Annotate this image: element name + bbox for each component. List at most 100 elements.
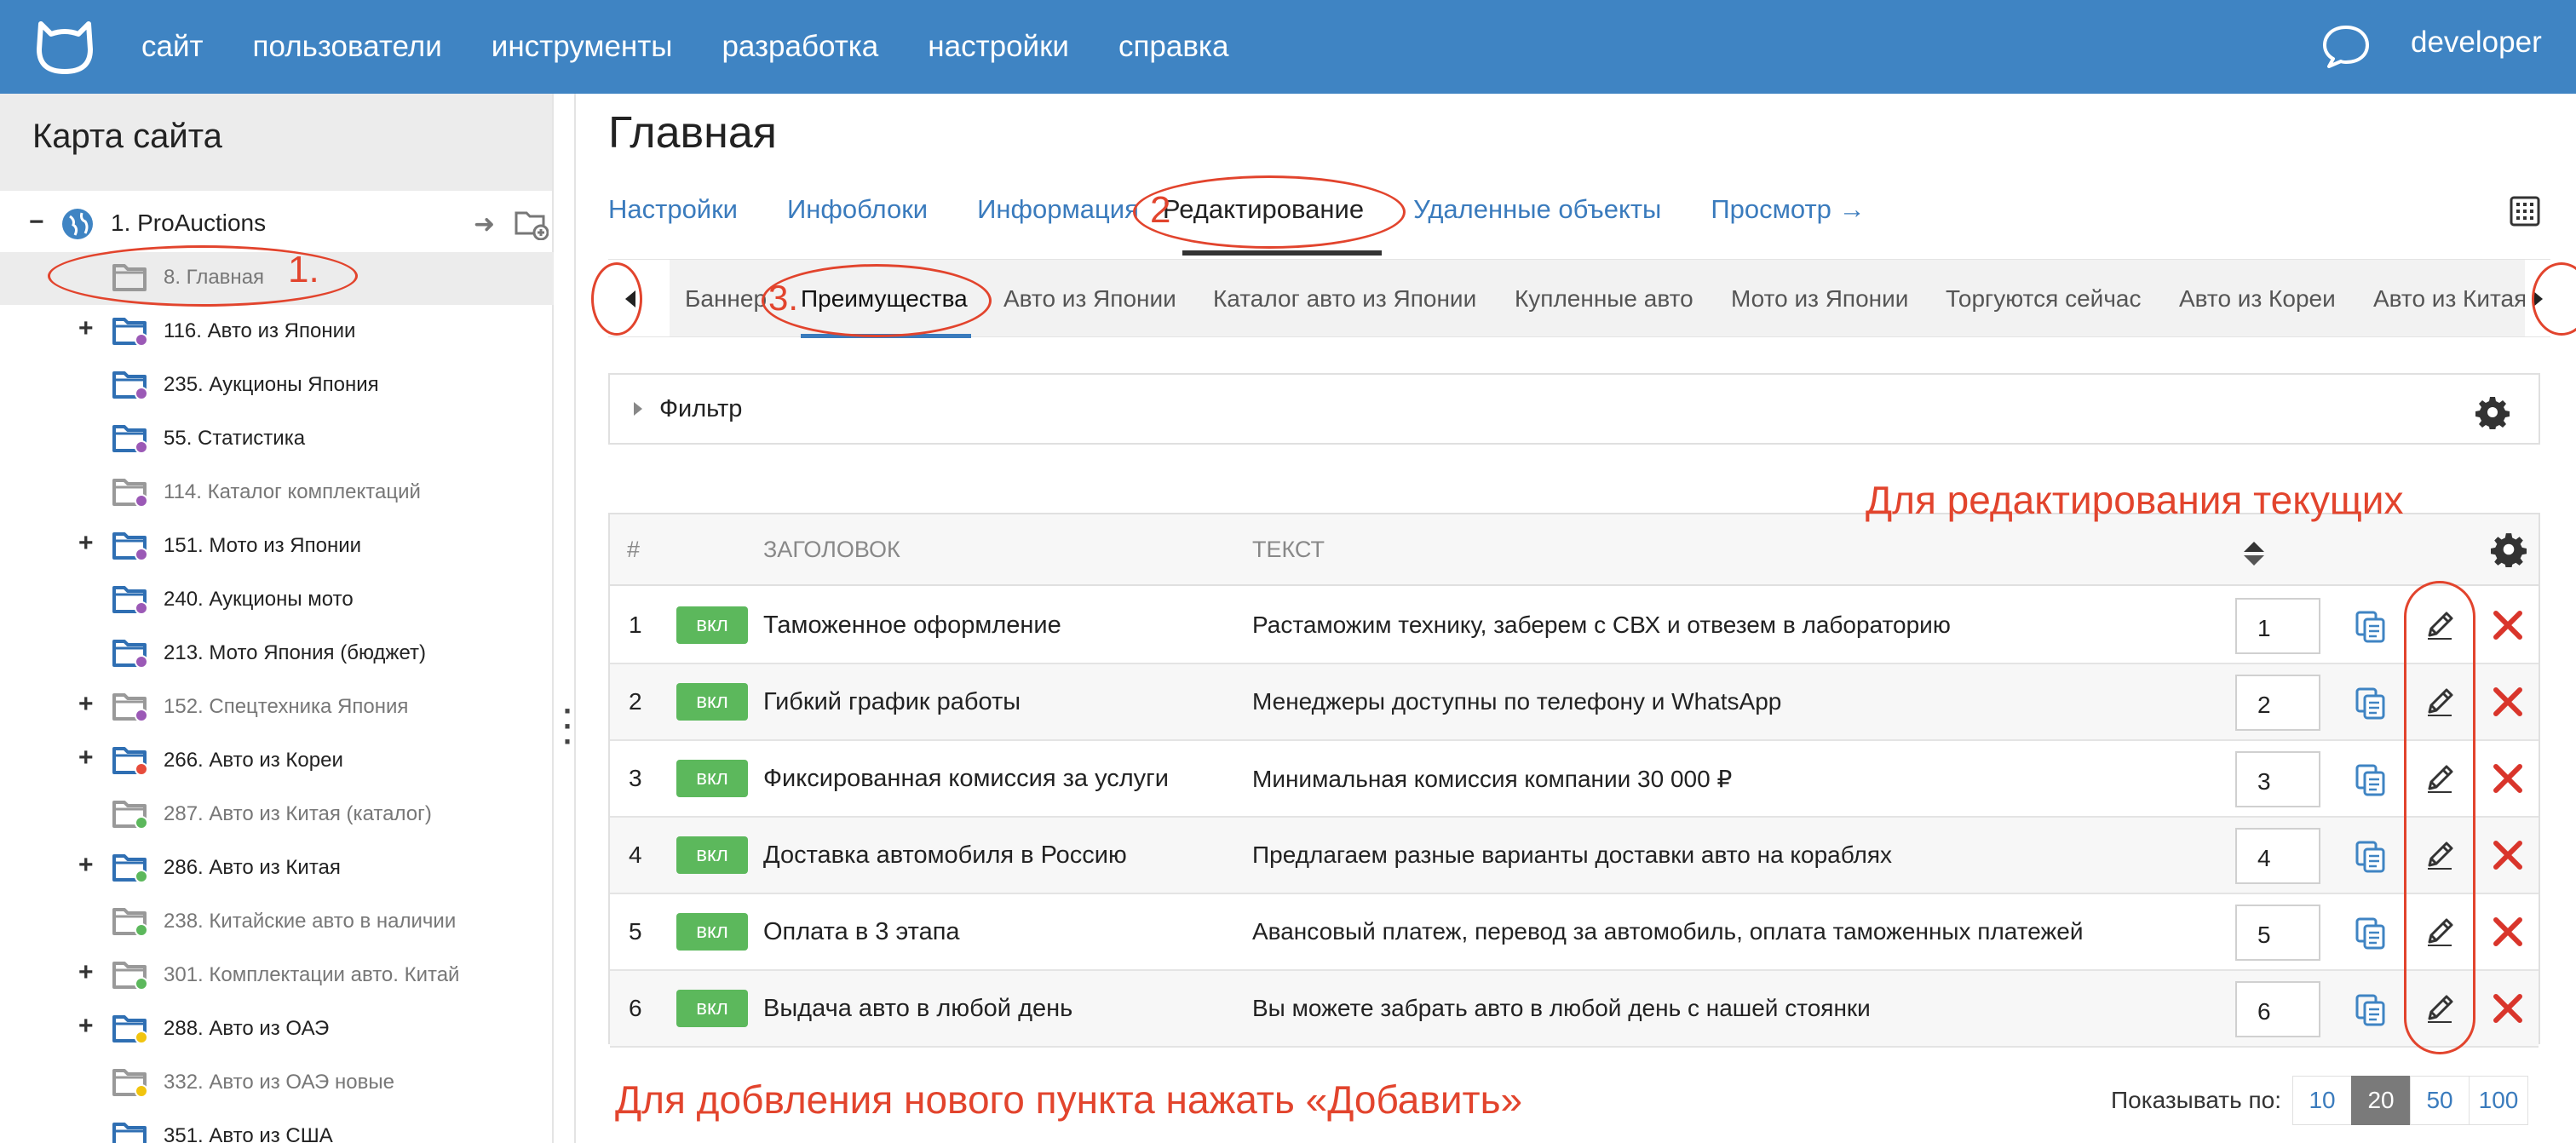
tree-item[interactable]: 351. Авто из США bbox=[0, 1111, 554, 1143]
col-title[interactable]: ЗАГОЛОВОК bbox=[763, 537, 900, 563]
subtab-trading-now[interactable]: Торгуются сейчас bbox=[1946, 285, 2141, 313]
subtab-japan-catalog[interactable]: Каталог авто из Японии bbox=[1213, 285, 1476, 313]
col-text[interactable]: ТЕКСТ bbox=[1252, 537, 1325, 563]
tree-item[interactable]: 332. Авто из ОАЭ новые bbox=[0, 1057, 554, 1110]
tree-item[interactable]: +288. Авто из ОАЭ bbox=[0, 1003, 554, 1056]
status-badge[interactable]: вкл bbox=[676, 836, 748, 874]
menu-development[interactable]: разработка bbox=[722, 30, 878, 64]
menu-users[interactable]: пользователи bbox=[253, 30, 442, 64]
col-number: # bbox=[627, 537, 641, 562]
expand-icon[interactable]: + bbox=[78, 529, 94, 558]
expand-icon[interactable]: + bbox=[78, 314, 94, 343]
tree-item[interactable]: 213. Мото Япония (бюджет) bbox=[0, 628, 554, 681]
menu-settings[interactable]: настройки bbox=[928, 30, 1069, 64]
copy-icon[interactable] bbox=[2355, 840, 2387, 874]
tab-deleted-objects[interactable]: Удаленные объекты bbox=[1413, 194, 1661, 254]
tab-settings[interactable]: Настройки bbox=[608, 194, 738, 254]
status-badge[interactable]: вкл bbox=[676, 913, 748, 951]
delete-cross-icon[interactable] bbox=[2491, 915, 2525, 949]
table-row[interactable]: 1 вкл Таможенное оформление Растаможим техн… bbox=[610, 588, 2539, 664]
subtab-japan-moto[interactable]: Мото из Японии bbox=[1731, 285, 1908, 313]
row-number: 1 bbox=[629, 612, 642, 638]
splitter-grip-icon[interactable]: · · · bbox=[563, 696, 573, 757]
copy-icon[interactable] bbox=[2355, 686, 2387, 721]
tab-preview[interactable]: Просмотр → bbox=[1711, 194, 1865, 254]
subtab-japan-cars[interactable]: Авто из Японии bbox=[1003, 285, 1176, 313]
status-badge[interactable]: вкл bbox=[676, 990, 748, 1027]
expand-icon[interactable]: + bbox=[78, 958, 94, 987]
table-row[interactable]: 3 вкл Фиксированная комиссия за услуги Мини… bbox=[610, 741, 2539, 818]
tree-item[interactable]: 287. Авто из Китая (каталог) bbox=[0, 789, 554, 841]
status-badge[interactable]: вкл bbox=[676, 606, 748, 644]
delete-cross-icon[interactable] bbox=[2491, 608, 2525, 642]
expand-icon[interactable]: + bbox=[78, 690, 94, 719]
status-badge[interactable]: вкл bbox=[676, 683, 748, 721]
tree-root[interactable]: − 1. ProAuctions ➜ bbox=[0, 199, 554, 252]
delete-cross-icon[interactable] bbox=[2491, 838, 2525, 872]
expand-triangle-icon[interactable] bbox=[634, 402, 642, 416]
status-dot bbox=[135, 709, 148, 722]
subtab-banner[interactable]: Баннер bbox=[685, 285, 767, 313]
copy-icon[interactable] bbox=[2355, 610, 2387, 644]
order-input[interactable]: 6 bbox=[2235, 981, 2320, 1037]
order-input[interactable]: 2 bbox=[2235, 675, 2320, 731]
copy-icon[interactable] bbox=[2355, 993, 2387, 1027]
order-input[interactable]: 1 bbox=[2235, 598, 2320, 654]
tree-item[interactable]: 114. Каталог комплектаций bbox=[0, 467, 554, 520]
table-row[interactable]: 4 вкл Доставка автомобиля в Россию Предлага… bbox=[610, 818, 2539, 894]
tree-item[interactable]: +151. Мото из Японии bbox=[0, 520, 554, 573]
table-row[interactable]: 5 вкл Оплата в 3 этапа Авансовый платеж, пе… bbox=[610, 894, 2539, 971]
copy-icon[interactable] bbox=[2355, 763, 2387, 797]
delete-cross-icon[interactable] bbox=[2491, 991, 2525, 1025]
filter-panel[interactable]: Фильтр bbox=[608, 373, 2540, 445]
sort-icon[interactable] bbox=[2242, 540, 2266, 567]
delete-cross-icon[interactable] bbox=[2491, 685, 2525, 719]
tree-item-label: 213. Мото Япония (бюджет) bbox=[164, 641, 427, 664]
subtab-bought-cars[interactable]: Купленные авто bbox=[1515, 285, 1693, 313]
copy-icon[interactable] bbox=[2355, 916, 2387, 951]
order-input[interactable]: 5 bbox=[2235, 905, 2320, 961]
collapse-icon[interactable]: − bbox=[29, 208, 44, 237]
tree-item[interactable]: +286. Авто из Китая bbox=[0, 842, 554, 895]
tab-infoblocks[interactable]: Инфоблоки bbox=[787, 194, 928, 254]
row-number: 4 bbox=[629, 841, 642, 868]
page-size-100[interactable]: 100 bbox=[2469, 1076, 2529, 1125]
tree-item[interactable]: +266. Авто из Кореи bbox=[0, 735, 554, 788]
order-input[interactable]: 4 bbox=[2235, 828, 2320, 884]
arrow-right-icon[interactable]: ➜ bbox=[474, 210, 495, 239]
subtab-china-cars[interactable]: Авто из Китая bbox=[2373, 285, 2525, 313]
menu-tools[interactable]: инструменты bbox=[492, 30, 673, 64]
app-window: сайт пользователи инструменты разработка… bbox=[0, 0, 2576, 1143]
delete-cross-icon[interactable] bbox=[2491, 761, 2525, 796]
gear-icon[interactable] bbox=[2475, 395, 2510, 429]
subtab-korea-cars[interactable]: Авто из Кореи bbox=[2179, 285, 2336, 313]
order-input[interactable]: 3 bbox=[2235, 751, 2320, 807]
tree-item[interactable]: 240. Аукционы мото bbox=[0, 574, 554, 627]
table-row[interactable]: 6 вкл Выдача авто в любой день Вы можете за… bbox=[610, 971, 2539, 1048]
grid-layout-icon[interactable] bbox=[2510, 196, 2540, 227]
menu-help[interactable]: справка bbox=[1118, 30, 1229, 64]
status-badge[interactable]: вкл bbox=[676, 760, 748, 797]
page-size-50[interactable]: 50 bbox=[2410, 1076, 2470, 1125]
tree-item[interactable]: 55. Статистика bbox=[0, 413, 554, 466]
row-text: Предлагаем разные варианты доставки авто… bbox=[1252, 841, 1892, 868]
user-menu[interactable]: developer bbox=[2411, 26, 2542, 60]
tree-item[interactable]: +116. Авто из Японии bbox=[0, 306, 554, 359]
tree-item[interactable]: 235. Аукционы Япония bbox=[0, 359, 554, 412]
page-size-20[interactable]: 20 bbox=[2351, 1076, 2412, 1125]
chat-bubble-icon[interactable] bbox=[2320, 22, 2372, 70]
expand-icon[interactable]: + bbox=[78, 851, 94, 880]
menu-site[interactable]: сайт bbox=[141, 30, 204, 64]
sidebar-splitter[interactable] bbox=[557, 94, 576, 1143]
add-folder-icon[interactable] bbox=[515, 208, 549, 240]
tree-item[interactable]: 238. Китайские авто в наличии bbox=[0, 896, 554, 949]
tab-information[interactable]: Информация bbox=[977, 194, 1139, 254]
table-row[interactable]: 2 вкл Гибкий график работы Менеджеры доступ… bbox=[610, 664, 2539, 741]
table-settings-gear-icon[interactable] bbox=[2491, 531, 2527, 567]
tree-item[interactable]: +301. Комплектации авто. Китай bbox=[0, 950, 554, 1002]
tree-item[interactable]: +152. Спецтехника Япония bbox=[0, 681, 554, 734]
expand-icon[interactable]: + bbox=[78, 1012, 94, 1041]
expand-icon[interactable]: + bbox=[78, 744, 94, 773]
cat-logo-icon[interactable] bbox=[34, 19, 95, 75]
page-size-10[interactable]: 10 bbox=[2292, 1076, 2353, 1125]
